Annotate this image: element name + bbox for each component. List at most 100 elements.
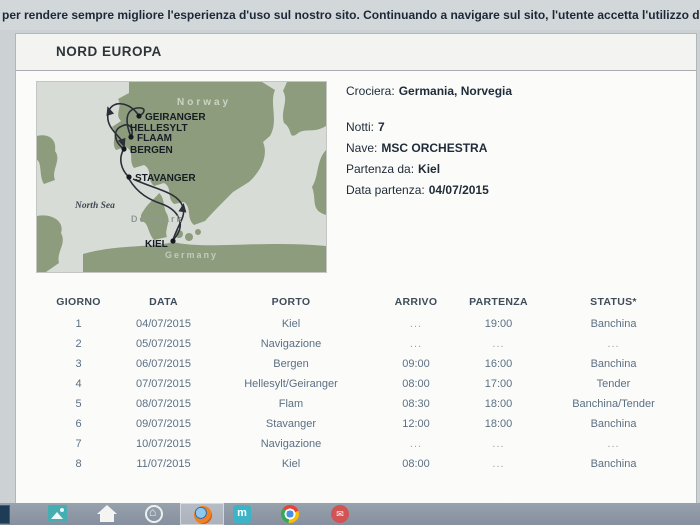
- info-label: Nave:: [346, 141, 377, 155]
- table-cell: Banchina/Tender: [536, 398, 691, 410]
- table-cell: 5: [41, 398, 116, 410]
- col-giorno: GIORNO: [41, 296, 116, 308]
- table-row: 407/07/2015Hellesylt/Geiranger08:0017:00…: [41, 374, 691, 394]
- map-image: Norway GEIRANGER HELLESYLT FLAAM BERGEN …: [37, 82, 326, 272]
- table-cell: 08:30: [371, 398, 461, 410]
- table-cell: ...: [371, 338, 461, 350]
- content-panel: NORD EUROPA: [15, 33, 697, 503]
- info-value: MSC ORCHESTRA: [381, 141, 487, 155]
- chrome-icon[interactable]: [281, 505, 299, 523]
- table-cell: Stavanger: [211, 418, 371, 430]
- table-cell: Banchina: [536, 458, 691, 470]
- table-cell: Flam: [211, 398, 371, 410]
- table-cell: 4: [41, 378, 116, 390]
- table-row: 508/07/2015Flam08:3018:00Banchina/Tender: [41, 394, 691, 414]
- cookie-text: per rendere sempre migliore l'esperienza…: [2, 8, 700, 22]
- table-cell: ...: [536, 438, 691, 450]
- table-cell: 10/07/2015: [116, 438, 211, 450]
- screen: per rendere sempre migliore l'esperienza…: [0, 0, 700, 525]
- firefox-icon[interactable]: [194, 506, 212, 524]
- page-title: NORD EUROPA: [16, 34, 696, 71]
- map-label-bergen: BERGEN: [130, 145, 173, 156]
- mail-app-icon[interactable]: [48, 505, 67, 522]
- table-cell: 17:00: [461, 378, 536, 390]
- table-cell: 05/07/2015: [116, 338, 211, 350]
- table-cell: 12:00: [371, 418, 461, 430]
- itinerary-table: GIORNO DATA PORTO ARRIVO PARTENZA STATUS…: [41, 296, 691, 474]
- col-partenza: PARTENZA: [461, 296, 536, 308]
- col-status: STATUS*: [536, 296, 691, 308]
- map-label-denmark: Denmark: [131, 214, 184, 224]
- map-land-finland: [283, 82, 326, 136]
- map-label-north-sea: North Sea: [74, 201, 115, 211]
- table-cell: 07/07/2015: [116, 378, 211, 390]
- map-label-flaam: FLAAM: [137, 133, 172, 144]
- table-cell: Banchina: [536, 318, 691, 330]
- table-cell: Navigazione: [211, 438, 371, 450]
- table-cell: Bergen: [211, 358, 371, 370]
- info-partenza-da: Partenza da: Kiel: [346, 162, 686, 176]
- itinerary-map: Norway GEIRANGER HELLESYLT FLAAM BERGEN …: [37, 82, 326, 272]
- info-value: Germania, Norvegia: [399, 84, 512, 98]
- cruise-info: Crociera: Germania, Norvegia Notti: 7 Nave…: [346, 84, 686, 204]
- table-cell: ...: [536, 338, 691, 350]
- table-cell: 19:00: [461, 318, 536, 330]
- cookie-bar: per rendere sempre migliore l'esperienza…: [0, 0, 700, 30]
- info-value: 7: [378, 120, 385, 134]
- info-label: Partenza da:: [346, 162, 414, 176]
- home-icon[interactable]: [97, 505, 117, 523]
- table-cell: 09:00: [371, 358, 461, 370]
- table-row: 710/07/2015Navigazione.........: [41, 434, 691, 454]
- table-cell: ...: [461, 458, 536, 470]
- firefox-active-slot[interactable]: [180, 503, 224, 525]
- table-cell: 08/07/2015: [116, 398, 211, 410]
- col-porto: PORTO: [211, 296, 371, 308]
- table-cell: 18:00: [461, 418, 536, 430]
- table-cell: 8: [41, 458, 116, 470]
- table-row: 811/07/2015Kiel08:00...Banchina: [41, 454, 691, 474]
- table-cell: 11/07/2015: [116, 458, 211, 470]
- map-label-geiranger: GEIRANGER: [145, 112, 206, 123]
- map-label-germany: Germany: [165, 250, 218, 260]
- browser-home-icon[interactable]: [145, 505, 163, 523]
- info-label: Crociera:: [346, 84, 395, 98]
- maxthon-icon[interactable]: m: [233, 505, 251, 523]
- table-cell: ...: [371, 318, 461, 330]
- table-cell: ...: [461, 338, 536, 350]
- info-label: Notti:: [346, 120, 374, 134]
- table-cell: ...: [461, 438, 536, 450]
- itinerary-rows: 104/07/2015Kiel...19:00Banchina205/07/20…: [41, 314, 691, 474]
- info-value: 04/07/2015: [429, 183, 489, 197]
- table-cell: 6: [41, 418, 116, 430]
- table-cell: ...: [371, 438, 461, 450]
- col-data: DATA: [116, 296, 211, 308]
- table-cell: 04/07/2015: [116, 318, 211, 330]
- table-cell: Kiel: [211, 318, 371, 330]
- table-row: 306/07/2015Bergen09:0016:00Banchina: [41, 354, 691, 374]
- table-cell: 08:00: [371, 458, 461, 470]
- info-nave: Nave: MSC ORCHESTRA: [346, 141, 686, 155]
- taskbar: m ✉: [0, 503, 700, 525]
- table-header: GIORNO DATA PORTO ARRIVO PARTENZA STATUS…: [41, 296, 691, 308]
- table-cell: Navigazione: [211, 338, 371, 350]
- info-data-partenza: Data partenza: 04/07/2015: [346, 183, 686, 197]
- info-crociera: Crociera: Germania, Norvegia: [346, 84, 686, 98]
- table-cell: Banchina: [536, 418, 691, 430]
- map-label-stavanger: STAVANGER: [135, 173, 196, 184]
- col-arrivo: ARRIVO: [371, 296, 461, 308]
- info-label: Data partenza:: [346, 183, 425, 197]
- table-cell: Banchina: [536, 358, 691, 370]
- table-row: 205/07/2015Navigazione.........: [41, 334, 691, 354]
- table-row: 104/07/2015Kiel...19:00Banchina: [41, 314, 691, 334]
- table-cell: Kiel: [211, 458, 371, 470]
- table-cell: 2: [41, 338, 116, 350]
- table-cell: 1: [41, 318, 116, 330]
- table-row: 609/07/2015Stavanger12:0018:00Banchina: [41, 414, 691, 434]
- table-cell: 7: [41, 438, 116, 450]
- pinned-app-icon[interactable]: [0, 505, 10, 524]
- table-cell: 18:00: [461, 398, 536, 410]
- info-value: Kiel: [418, 162, 440, 176]
- gmail-icon[interactable]: ✉: [331, 505, 349, 523]
- map-label-norway: Norway: [177, 97, 231, 108]
- table-cell: Hellesylt/Geiranger: [211, 378, 371, 390]
